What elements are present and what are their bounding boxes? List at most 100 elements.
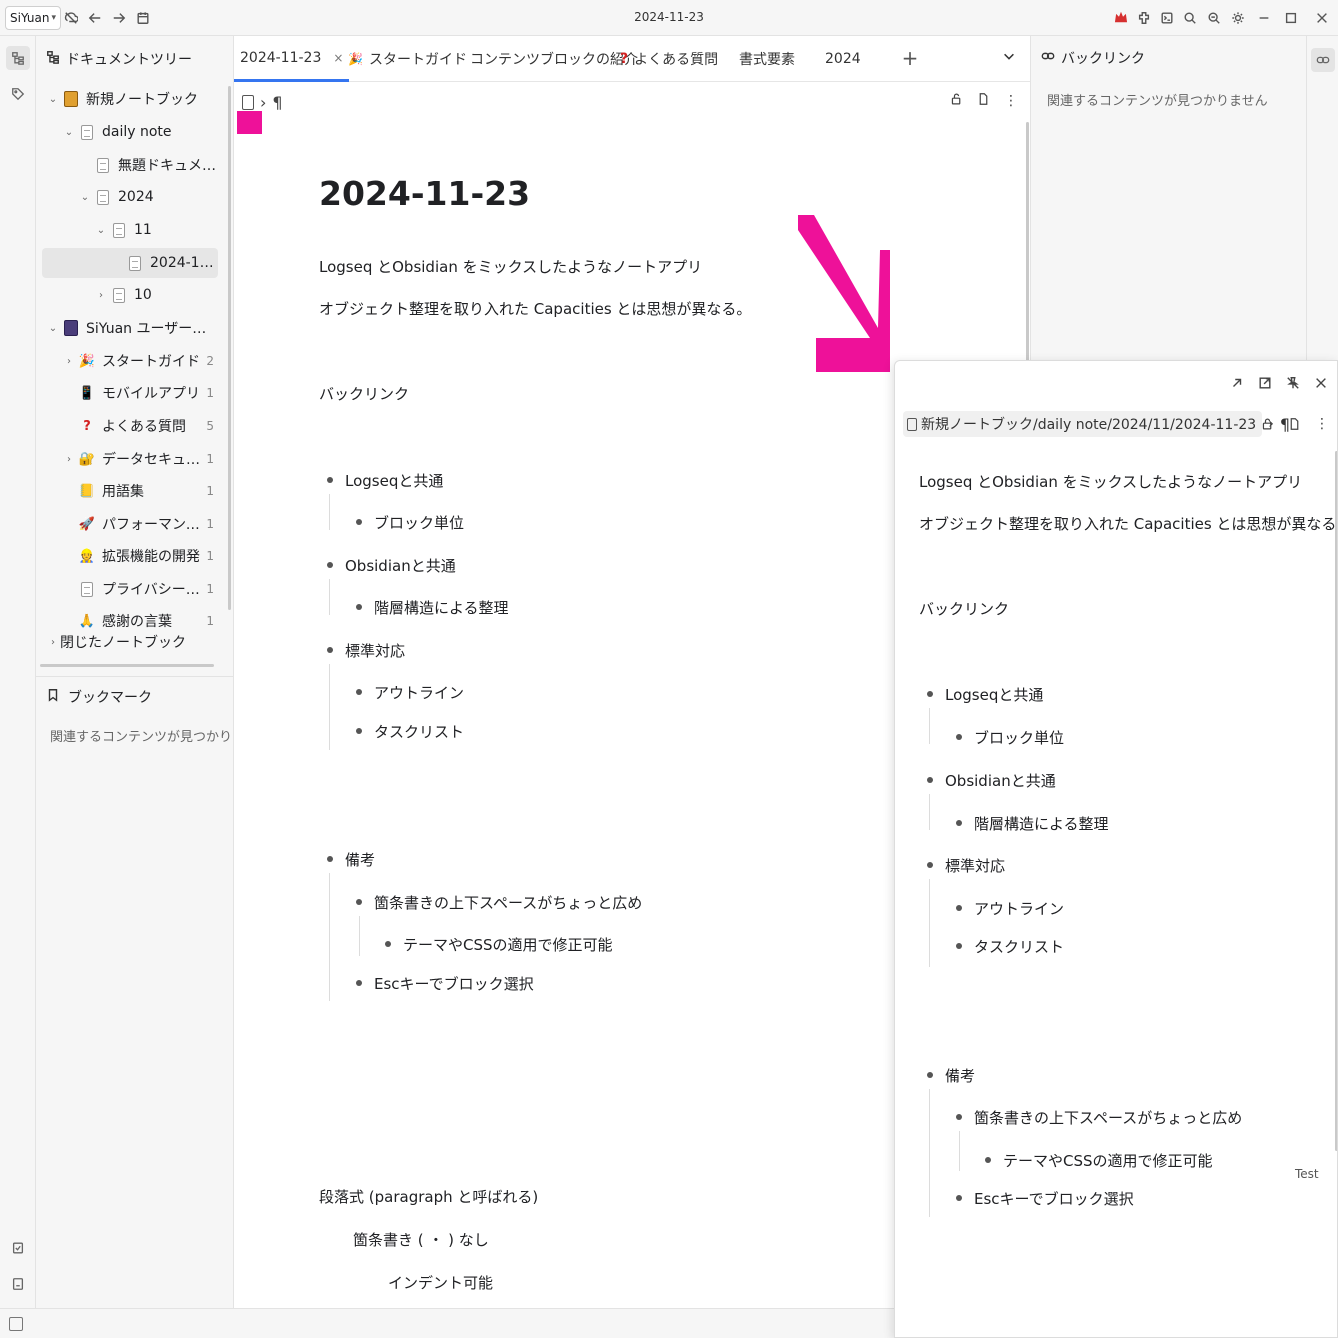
paragraph[interactable]: バックリンク (919, 598, 1009, 619)
forward-arrow-icon[interactable] (110, 9, 128, 27)
chevron-right-icon[interactable]: › (46, 637, 60, 648)
paragraph[interactable]: 段落式 (paragraph と呼ばれる) (319, 1186, 538, 1207)
tab-format-elements[interactable]: 書式要素 (739, 36, 795, 82)
theme-sun-icon[interactable] (1229, 9, 1247, 27)
new-tab-button[interactable]: + (898, 46, 922, 70)
close-icon[interactable] (1313, 9, 1331, 27)
chevron-right-icon[interactable]: › (62, 356, 76, 367)
tree-item-extension-dev[interactable]: 👷 拡張機能の開発 1 (40, 541, 220, 571)
editor-scrollbar[interactable] (1026, 122, 1029, 362)
paragraph[interactable]: Logseq とObsidian をミックスしたようなノートアプリ (319, 256, 702, 277)
tree-item-privacy-policy[interactable]: プライバシーポリ... 1 (40, 574, 220, 604)
chevron-down-icon[interactable]: ⌄ (46, 94, 60, 105)
chevron-right-icon[interactable]: › (62, 454, 76, 465)
tree-item-faq[interactable]: ? よくある質問 5 (40, 411, 220, 441)
crown-icon[interactable] (1112, 9, 1130, 27)
paragraph[interactable]: 箇条書き ( ・ ) なし (353, 1229, 489, 1250)
zoom-icon[interactable] (1205, 9, 1223, 27)
search-icon[interactable] (1181, 9, 1199, 27)
list-item[interactable]: Escキーでブロック選択 (356, 973, 534, 994)
chevron-down-icon[interactable] (1002, 49, 1022, 69)
list-item[interactable]: ブロック単位 (356, 512, 464, 533)
file-tree-dock-icon[interactable] (6, 46, 30, 70)
popup-breadcrumb-path[interactable]: 新規ノートブック/daily note/2024/11/2024-11-23 (903, 411, 1263, 437)
tree-item-start-guide[interactable]: › 🎉 スタートガイド 2 (40, 346, 220, 376)
tab-start-guide[interactable]: 🎉 スタートガイド (348, 36, 467, 82)
document-icon[interactable] (242, 94, 254, 110)
tree-item-2024-11-23[interactable]: 2024-11... (42, 248, 218, 278)
list-item[interactable]: 階層構造による整理 (356, 597, 509, 618)
document-icon[interactable] (977, 92, 990, 110)
file-tree-scrollbar[interactable] (228, 86, 231, 610)
file-tree-horizontal-scrollbar[interactable] (40, 664, 214, 667)
list-item[interactable]: テーマやCSSの適用で修正可能 (385, 934, 613, 955)
backlink-dock-icon[interactable] (1311, 48, 1335, 72)
list-item[interactable]: ブロック単位 (956, 727, 1064, 748)
tree-item-data-security[interactable]: › 🔐 データセキュリティ 1 (40, 444, 220, 474)
list-item[interactable]: 階層構造による整理 (956, 813, 1109, 834)
list-item[interactable]: テーマやCSSの適用で修正可能 (985, 1150, 1213, 1171)
paragraph[interactable]: インデント可能 (388, 1272, 493, 1293)
more-icon[interactable]: ⋮ (1004, 94, 1018, 108)
tab-2024[interactable]: 2024 (825, 36, 861, 82)
chevron-down-icon[interactable]: ⌄ (46, 323, 60, 334)
back-arrow-icon[interactable] (86, 9, 104, 27)
list-item[interactable]: 箇条書きの上下スペースがちょっと広め (356, 892, 642, 913)
open-arrow-icon[interactable] (1229, 375, 1245, 391)
tree-item-2024[interactable]: ⌄ 2024 (40, 182, 220, 212)
list-item[interactable]: 備考 (927, 1065, 975, 1086)
tree-item-11[interactable]: ⌄ 11 (40, 215, 220, 245)
sync-off-icon[interactable] (62, 9, 80, 27)
tab-2024-11-23[interactable]: 2024-11-23 × (234, 36, 350, 82)
list-item[interactable]: Logseqと共通 (927, 684, 1043, 705)
list-item[interactable]: アウトライン (956, 898, 1064, 919)
list-item[interactable]: Obsidianと共通 (327, 555, 456, 576)
block-popup[interactable]: 新規ノートブック/daily note/2024/11/2024-11-23 ›… (894, 360, 1338, 1338)
list-item[interactable]: 箇条書きの上下スペースがちょっと広め (956, 1107, 1242, 1128)
maximize-icon[interactable] (1282, 9, 1300, 27)
list-item[interactable]: Escキーでブロック選択 (956, 1188, 1134, 1209)
tab-faq[interactable]: ? よくある質問 (620, 36, 718, 82)
list-item[interactable]: タスクリスト (356, 721, 464, 742)
dock-toggle-icon[interactable] (9, 1317, 23, 1331)
calendar-icon[interactable] (134, 9, 152, 27)
list-item[interactable]: アウトライン (356, 682, 464, 703)
document-title[interactable]: 2024-11-23 (319, 174, 530, 213)
tree-item-notebook[interactable]: ⌄ 新規ノートブック (40, 84, 220, 114)
paragraph[interactable]: オブジェクト整理を取り入れた Capacities とは思想が異なる。 (319, 298, 751, 319)
tree-item-untitled[interactable]: 無題ドキュメント (40, 150, 220, 180)
tree-item-closed-notebooks[interactable]: › 閉じたノートブック (40, 628, 220, 656)
tree-item-performance[interactable]: 🚀 パフォーマンスの... 1 (40, 509, 220, 539)
app-menu-button[interactable]: SiYuan ▾ (5, 6, 61, 30)
pin-icon[interactable] (1285, 375, 1301, 391)
list-item[interactable]: 標準対応 (327, 640, 405, 661)
open-in-tab-icon[interactable] (1257, 375, 1273, 391)
document-icon[interactable] (1288, 417, 1301, 435)
chevron-down-icon[interactable]: ⌄ (62, 127, 76, 138)
tree-item-daily-note[interactable]: ⌄ daily note (40, 117, 220, 147)
command-palette-icon[interactable] (1158, 9, 1176, 27)
tree-item-user-guide[interactable]: ⌄ SiYuan ユーザーガイド (40, 313, 220, 343)
plugin-icon[interactable] (1135, 9, 1153, 27)
paragraph[interactable]: オブジェクト整理を取り入れた Capacities とは思想が異なる。 (919, 513, 1337, 534)
list-item[interactable]: タスクリスト (956, 936, 1064, 957)
paragraph[interactable]: Logseq とObsidian をミックスしたようなノートアプリ (919, 471, 1302, 492)
chevron-down-icon[interactable]: ⌄ (94, 225, 108, 236)
chevron-down-icon[interactable]: ⌄ (78, 192, 92, 203)
inbox-dock-icon[interactable] (6, 1236, 30, 1260)
unlock-icon[interactable] (950, 92, 963, 110)
tag-dock-icon[interactable] (6, 82, 30, 106)
list-item[interactable]: Obsidianと共通 (927, 770, 1056, 791)
minimize-icon[interactable] (1255, 9, 1273, 27)
tab-close-icon[interactable]: × (333, 51, 343, 65)
close-icon[interactable] (1313, 375, 1329, 391)
paragraph-icon[interactable]: ¶ (272, 93, 282, 112)
list-item[interactable]: Logseqと共通 (327, 470, 443, 491)
tree-item-glossary[interactable]: 📒 用語集 1 (40, 476, 220, 506)
paragraph[interactable]: バックリンク (319, 383, 409, 404)
tree-item-mobile-app[interactable]: 📱 モバイルアプリ 1 (40, 378, 220, 408)
tree-item-10[interactable]: › 10 (40, 280, 220, 310)
tab-content-block-intro[interactable]: コンテンツブロックの紹介 (470, 36, 638, 82)
more-icon[interactable]: ⋮ (1315, 417, 1329, 435)
chevron-right-icon[interactable]: › (94, 290, 108, 301)
